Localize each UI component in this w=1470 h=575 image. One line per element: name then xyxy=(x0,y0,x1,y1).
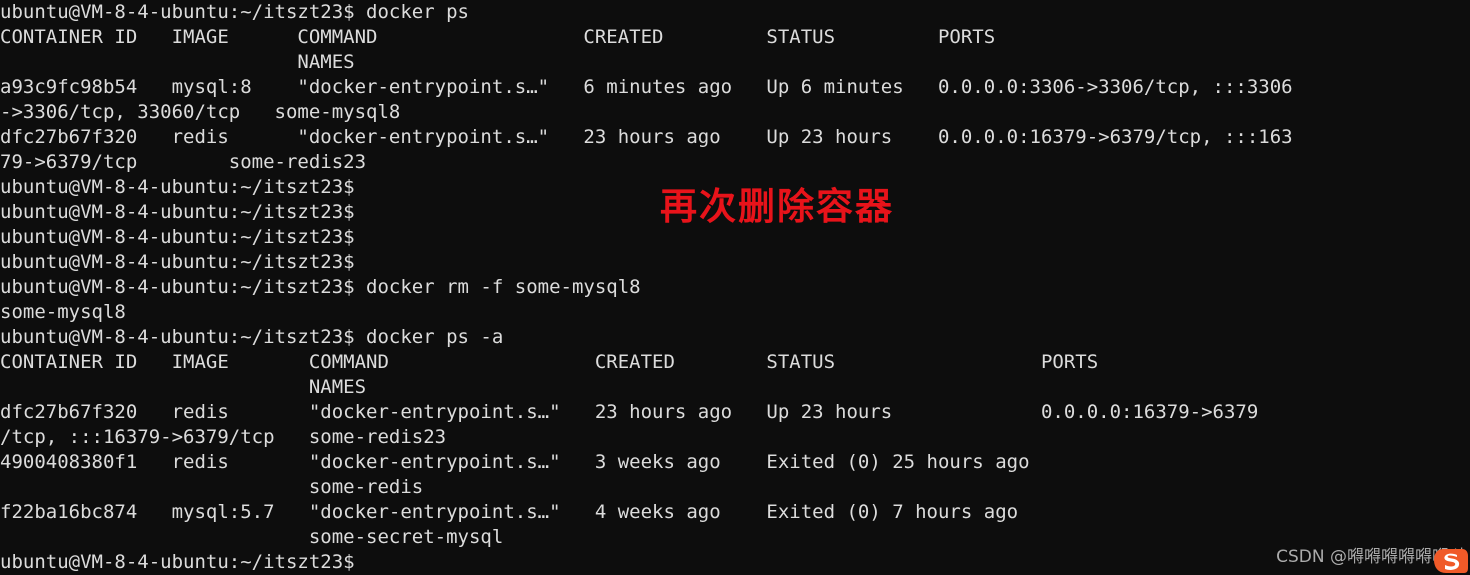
terminal-line: f22ba16bc874 mysql:5.7 "docker-entrypoin… xyxy=(0,501,1019,523)
annotation-text: 再次删除容器 xyxy=(660,184,894,228)
terminal-line: dfc27b67f320 redis "docker-entrypoint.s…… xyxy=(0,126,1293,148)
terminal-line: ubuntu@VM-8-4-ubuntu:~/itszt23$ docker p… xyxy=(0,326,504,348)
terminal-line: some-redis xyxy=(0,476,424,498)
terminal-line: ->3306/tcp, 33060/tcp some-mysql8 xyxy=(0,101,401,123)
terminal-line: ubuntu@VM-8-4-ubuntu:~/itszt23$ xyxy=(0,551,355,573)
csdn-logo-icon xyxy=(1434,549,1468,573)
terminal-line: NAMES xyxy=(0,376,367,398)
terminal-line: dfc27b67f320 redis "docker-entrypoint.s…… xyxy=(0,401,1259,423)
terminal-line: /tcp, :::16379->6379/tcp some-redis23 xyxy=(0,426,447,448)
terminal-line: some-secret-mysql xyxy=(0,526,504,548)
terminal-line: 4900408380f1 redis "docker-entrypoint.s…… xyxy=(0,451,1030,473)
terminal-line: some-mysql8 xyxy=(0,301,126,323)
terminal-screen[interactable]: ubuntu@VM-8-4-ubuntu:~/itszt23$ docker p… xyxy=(0,0,1470,575)
terminal-line: CONTAINER ID IMAGE COMMAND CREATED STATU… xyxy=(0,351,1099,373)
terminal-line: ubuntu@VM-8-4-ubuntu:~/itszt23$ docker p… xyxy=(0,1,469,23)
terminal-line: CONTAINER ID IMAGE COMMAND CREATED STATU… xyxy=(0,26,996,48)
terminal-line: ubuntu@VM-8-4-ubuntu:~/itszt23$ xyxy=(0,251,355,273)
terminal-line: ubuntu@VM-8-4-ubuntu:~/itszt23$ xyxy=(0,226,355,248)
terminal-line: 79->6379/tcp some-redis23 xyxy=(0,151,367,173)
terminal-line: ubuntu@VM-8-4-ubuntu:~/itszt23$ docker r… xyxy=(0,276,641,298)
terminal-window[interactable]: ubuntu@VM-8-4-ubuntu:~/itszt23$ docker p… xyxy=(0,0,1470,575)
terminal-line: NAMES xyxy=(0,51,355,73)
terminal-line: a93c9fc98b54 mysql:8 "docker-entrypoint.… xyxy=(0,76,1293,98)
